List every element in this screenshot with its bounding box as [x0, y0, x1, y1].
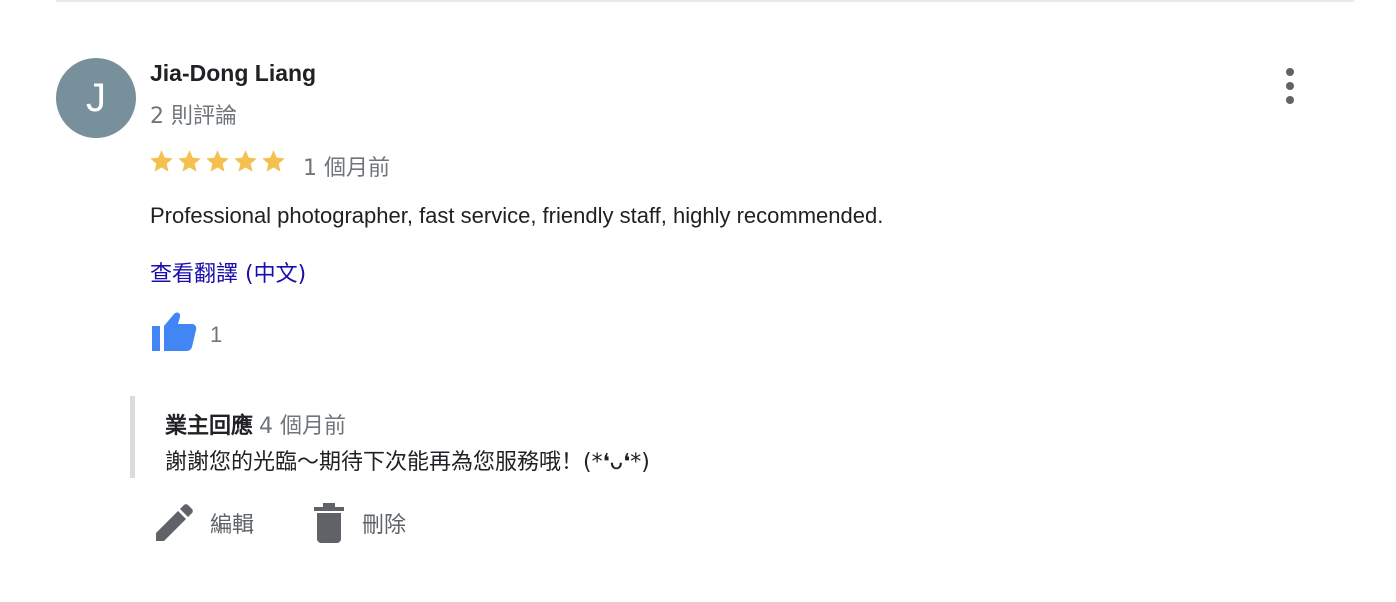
delete-label: 刪除 [362, 513, 407, 538]
more-vert-icon-dot [1286, 68, 1294, 76]
review-count[interactable]: 2 則評論 [150, 98, 237, 130]
like-button[interactable] [150, 309, 198, 353]
star-icon [150, 150, 173, 172]
top-divider [56, 0, 1354, 2]
owner-reply: 業主回應 4 個月前 謝謝您的光臨～期待下次能再為您服務哦！(*❛ᴗ❛*) [130, 396, 830, 478]
more-vert-icon-dot [1286, 96, 1294, 104]
thumb-up-icon [152, 312, 197, 351]
more-vert-icon-dot [1286, 82, 1294, 90]
star-icon [178, 150, 201, 172]
avatar[interactable]: J [56, 58, 136, 138]
edit-label: 編輯 [210, 513, 255, 538]
owner-reply-text: 謝謝您的光臨～期待下次能再為您服務哦！(*❛ᴗ❛*) [165, 450, 650, 475]
owner-reply-label: 業主回應 [165, 414, 254, 439]
more-options-button[interactable] [1276, 66, 1304, 108]
reviewer-name[interactable]: Jia-Dong Liang [150, 60, 316, 87]
star-icon [206, 150, 229, 172]
review-text: Professional photographer, fast service,… [150, 203, 884, 228]
translate-link[interactable]: 查看翻譯 (中文) [150, 256, 306, 288]
like-count: 1 [210, 322, 223, 347]
review-date: 1 個月前 [303, 156, 390, 181]
delete-button[interactable]: 刪除 [312, 500, 406, 546]
pencil-icon [156, 504, 193, 541]
trash-icon [314, 503, 344, 543]
owner-reply-header: 業主回應 4 個月前 [165, 408, 346, 440]
star-icon [262, 150, 285, 172]
star-rating [148, 148, 287, 175]
edit-button[interactable]: 編輯 [154, 500, 254, 546]
star-icon [234, 150, 257, 172]
owner-reply-date: 4 個月前 [259, 414, 347, 439]
